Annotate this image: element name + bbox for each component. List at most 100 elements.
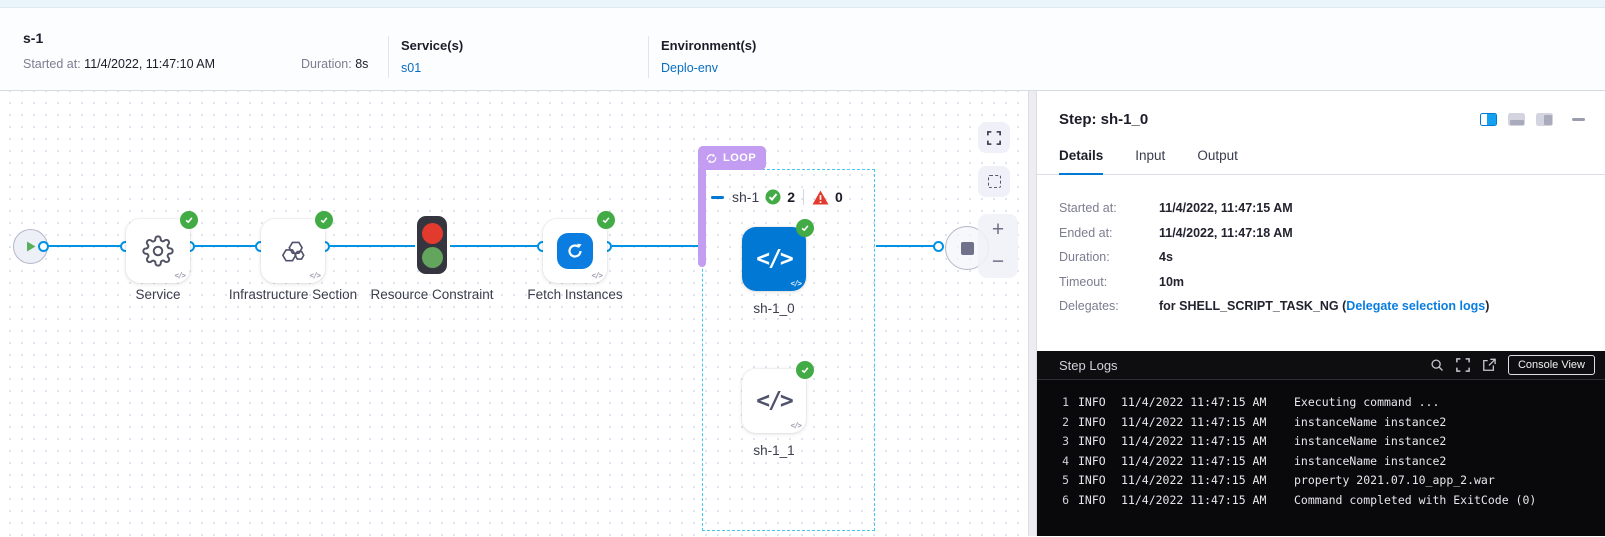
edge: [876, 245, 939, 248]
header-divider: [648, 36, 649, 78]
loop-accent-bar: [698, 167, 706, 267]
script-step-icon: </>: [756, 388, 792, 414]
services-label: Service(s): [401, 38, 463, 53]
external-link-icon: [1482, 358, 1496, 372]
failure-count-icon: [812, 190, 829, 205]
layout-minimized-drawer-button[interactable]: [1536, 113, 1553, 126]
loop-group-boundary: [702, 169, 875, 531]
connector-dot: [933, 241, 944, 252]
check-icon: [800, 365, 810, 375]
log-lines[interactable]: 1INFO11/4/2022 11:47:15 AMExecuting comm…: [1037, 380, 1605, 510]
marquee-select-button[interactable]: [978, 166, 1010, 197]
collapse-group-button[interactable]: [711, 196, 724, 199]
fullscreen-icon: [987, 131, 1001, 145]
node-sh-1-1[interactable]: </> </>: [742, 369, 806, 433]
success-badge: [796, 361, 814, 379]
step-panel-title: Step: sh-1_0: [1059, 111, 1480, 128]
edge: [47, 245, 126, 248]
service-link[interactable]: s01: [401, 61, 463, 75]
zoom-in-button[interactable]: +: [992, 221, 1004, 239]
check-icon: [601, 215, 611, 225]
script-step-icon: </>: [756, 246, 792, 272]
success-count: 2: [787, 189, 795, 205]
zoom-controls: + −: [978, 214, 1018, 278]
step-details-panel: Step: sh-1_0 Details Input Output Starte…: [1037, 91, 1605, 536]
environment-link[interactable]: Deplo-env: [661, 61, 756, 75]
environments-column: Environment(s) Deplo-env: [661, 38, 756, 75]
tab-output[interactable]: Output: [1197, 148, 1238, 174]
minimize-panel-button[interactable]: [1572, 118, 1585, 121]
success-badge: [597, 211, 615, 229]
success-badge: [315, 211, 333, 229]
step-logs-console: Step Logs Console View: [1037, 351, 1605, 536]
node-label: sh-1_0: [704, 299, 844, 318]
log-line: 1INFO11/4/2022 11:47:15 AMExecuting comm…: [1055, 393, 1605, 413]
node-label: Resource Constraint: [362, 285, 502, 304]
zoom-out-button[interactable]: −: [992, 253, 1004, 271]
node-infrastructure-section[interactable]: </>: [261, 219, 325, 283]
traffic-light-green: [422, 247, 443, 268]
code-glyph-icon: </>: [591, 271, 602, 280]
detail-row-delegates: Delegates: for SHELL_SCRIPT_TASK_NG (Del…: [1059, 299, 1583, 313]
check-icon: [184, 215, 194, 225]
log-line: 6INFO11/4/2022 11:47:15 AMCommand comple…: [1055, 491, 1605, 511]
fullscreen-button[interactable]: [978, 122, 1010, 153]
log-line: 4INFO11/4/2022 11:47:15 AMinstanceName i…: [1055, 452, 1605, 472]
node-resource-constraint[interactable]: [417, 216, 447, 274]
node-label: Infrastructure Section: [223, 285, 363, 304]
loop-group-name: sh-1: [732, 189, 759, 205]
search-icon: [1430, 358, 1444, 372]
code-glyph-icon: </>: [790, 279, 801, 288]
search-logs-button[interactable]: [1424, 354, 1450, 376]
step-logs-header: Step Logs Console View: [1037, 351, 1605, 380]
header-divider: [388, 36, 389, 78]
stop-icon: [961, 242, 974, 255]
node-service[interactable]: </>: [126, 219, 190, 283]
success-count-icon: [765, 189, 781, 205]
environments-label: Environment(s): [661, 38, 756, 53]
edge: [450, 245, 543, 248]
success-badge: [796, 219, 814, 237]
step-tabs: Details Input Output: [1037, 148, 1605, 175]
execution-header: s-1 Started at: 11/4/2022, 11:47:10 AM D…: [0, 8, 1605, 91]
log-line: 5INFO11/4/2022 11:47:15 AMproperty 2021.…: [1055, 471, 1605, 491]
delegate-selection-logs-link[interactable]: Delegate selection logs: [1346, 299, 1485, 313]
tab-input[interactable]: Input: [1135, 148, 1165, 174]
top-accent-strip: [0, 0, 1605, 8]
check-icon: [800, 223, 810, 233]
log-line: 3INFO11/4/2022 11:47:15 AMinstanceName i…: [1055, 432, 1605, 452]
open-logs-new-tab-button[interactable]: [1476, 354, 1502, 376]
gear-icon: [142, 235, 174, 267]
node-label: Fetch Instances: [505, 285, 645, 304]
edge: [612, 245, 700, 248]
services-column: Service(s) s01: [401, 38, 463, 75]
panel-resize-handle[interactable]: [1028, 91, 1037, 536]
layout-bottom-drawer-button[interactable]: [1508, 113, 1525, 126]
expand-logs-button[interactable]: [1450, 354, 1476, 376]
connector-dot: [38, 241, 49, 252]
detail-row: Duration: 4s: [1059, 250, 1583, 264]
detail-row: Ended at: 11/4/2022, 11:47:18 AM: [1059, 226, 1583, 240]
node-sh-1-0[interactable]: </> </>: [742, 227, 806, 291]
duration: Duration: 8s: [301, 57, 368, 71]
detail-row: Started at: 11/4/2022, 11:47:15 AM: [1059, 201, 1583, 215]
marquee-icon: [988, 175, 1001, 188]
pipeline-canvas[interactable]: </> Service </> Infrastructure Section R…: [0, 91, 1028, 536]
started-at: Started at: 11/4/2022, 11:47:10 AM: [23, 57, 215, 71]
traffic-light-red: [422, 223, 443, 244]
loop-group-header: sh-1 2 0: [711, 189, 843, 205]
play-icon: [24, 240, 37, 253]
tab-details[interactable]: Details: [1059, 148, 1103, 175]
check-icon: [319, 215, 329, 225]
edge: [330, 245, 415, 248]
failure-count: 0: [835, 189, 843, 205]
node-label: sh-1_1: [704, 441, 844, 460]
console-view-button[interactable]: Console View: [1508, 355, 1595, 375]
step-details: Started at: 11/4/2022, 11:47:15 AM Ended…: [1037, 175, 1605, 313]
node-fetch-instances[interactable]: </>: [543, 219, 607, 283]
log-line: 2INFO11/4/2022 11:47:15 AMinstanceName i…: [1055, 413, 1605, 433]
code-glyph-icon: </>: [790, 421, 801, 430]
success-badge: [180, 211, 198, 229]
layout-right-drawer-button[interactable]: [1480, 113, 1497, 126]
instances-refresh-icon: [557, 233, 593, 269]
